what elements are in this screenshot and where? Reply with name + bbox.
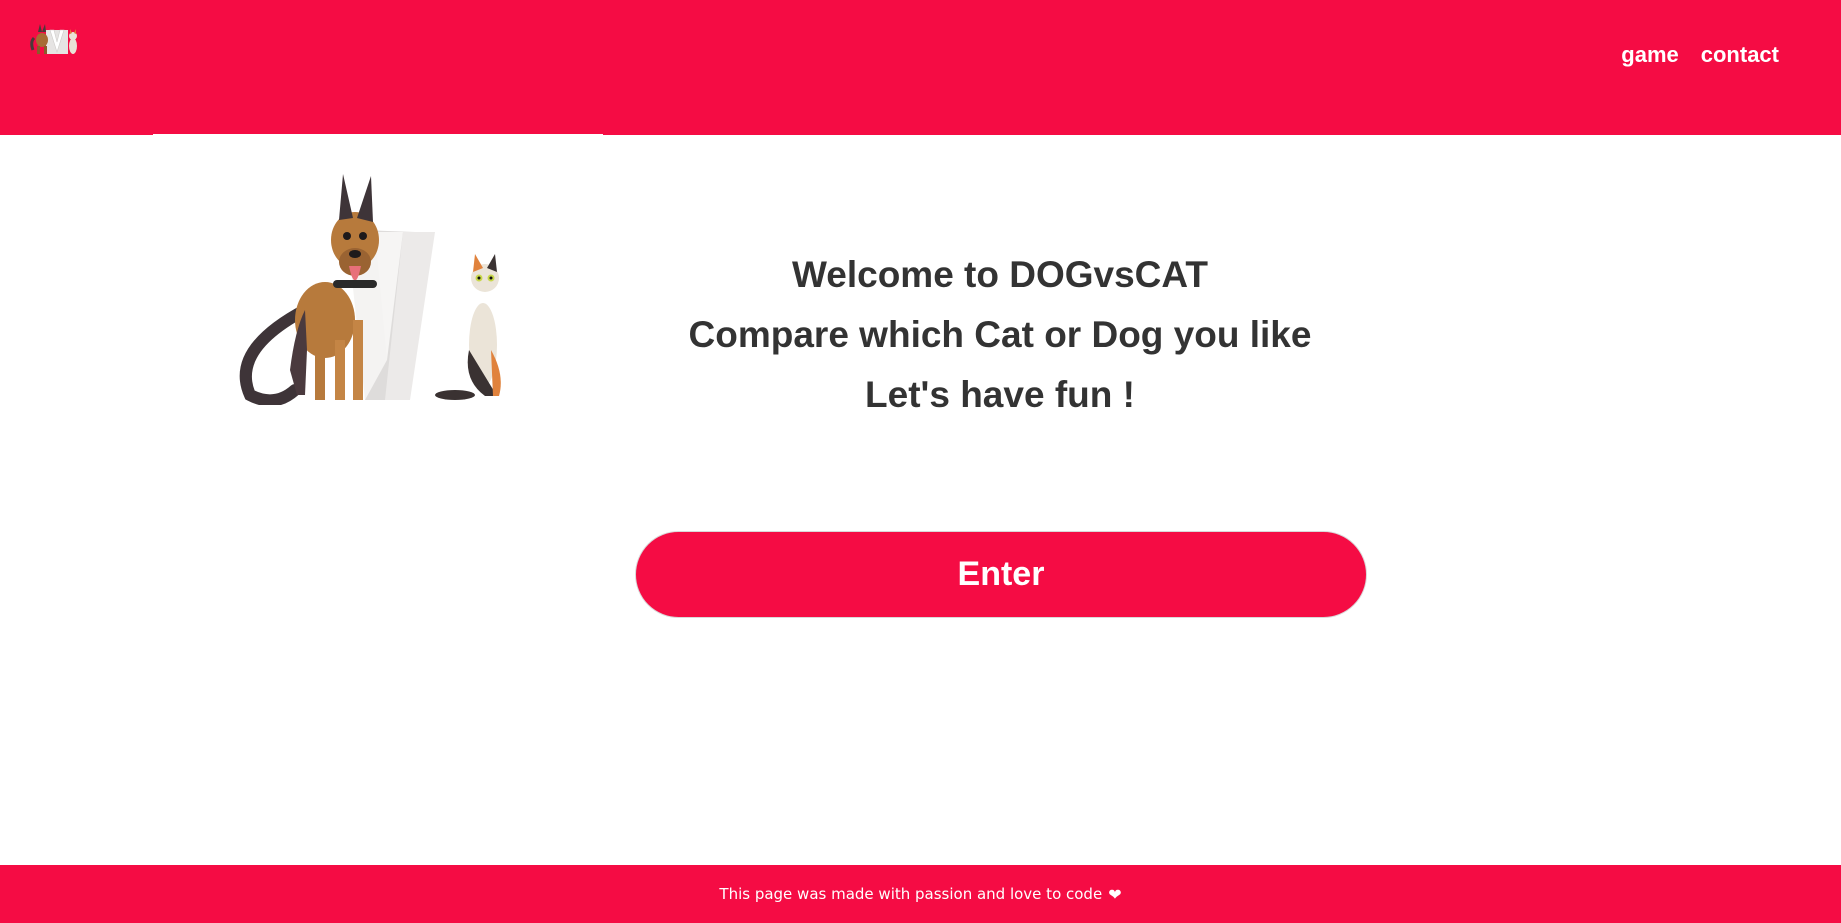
footer-bar: This page was made with passion and love… bbox=[0, 865, 1841, 923]
header-divider bbox=[153, 134, 603, 136]
welcome-message: Welcome to DOGvsCAT Compare which Cat or… bbox=[600, 245, 1400, 425]
footer-text: This page was made with passion and love… bbox=[719, 885, 1103, 903]
enter-button[interactable]: Enter bbox=[635, 531, 1367, 618]
main-nav: game contact bbox=[1621, 42, 1779, 68]
logo-icon[interactable] bbox=[28, 20, 84, 56]
header-bar: game contact bbox=[0, 0, 1841, 135]
nav-link-game[interactable]: game bbox=[1621, 42, 1678, 68]
dog-vs-cat-illustration bbox=[239, 174, 501, 405]
welcome-subtitle: Compare which Cat or Dog you like bbox=[688, 314, 1312, 355]
page: game contact Welcome to DOGvsCAT Compare… bbox=[0, 0, 1841, 923]
heart-icon: ❤ bbox=[1108, 884, 1122, 904]
nav-link-contact[interactable]: contact bbox=[1701, 42, 1779, 68]
welcome-title: Welcome to DOGvsCAT bbox=[792, 254, 1208, 295]
welcome-tagline: Let's have fun ! bbox=[865, 374, 1135, 415]
